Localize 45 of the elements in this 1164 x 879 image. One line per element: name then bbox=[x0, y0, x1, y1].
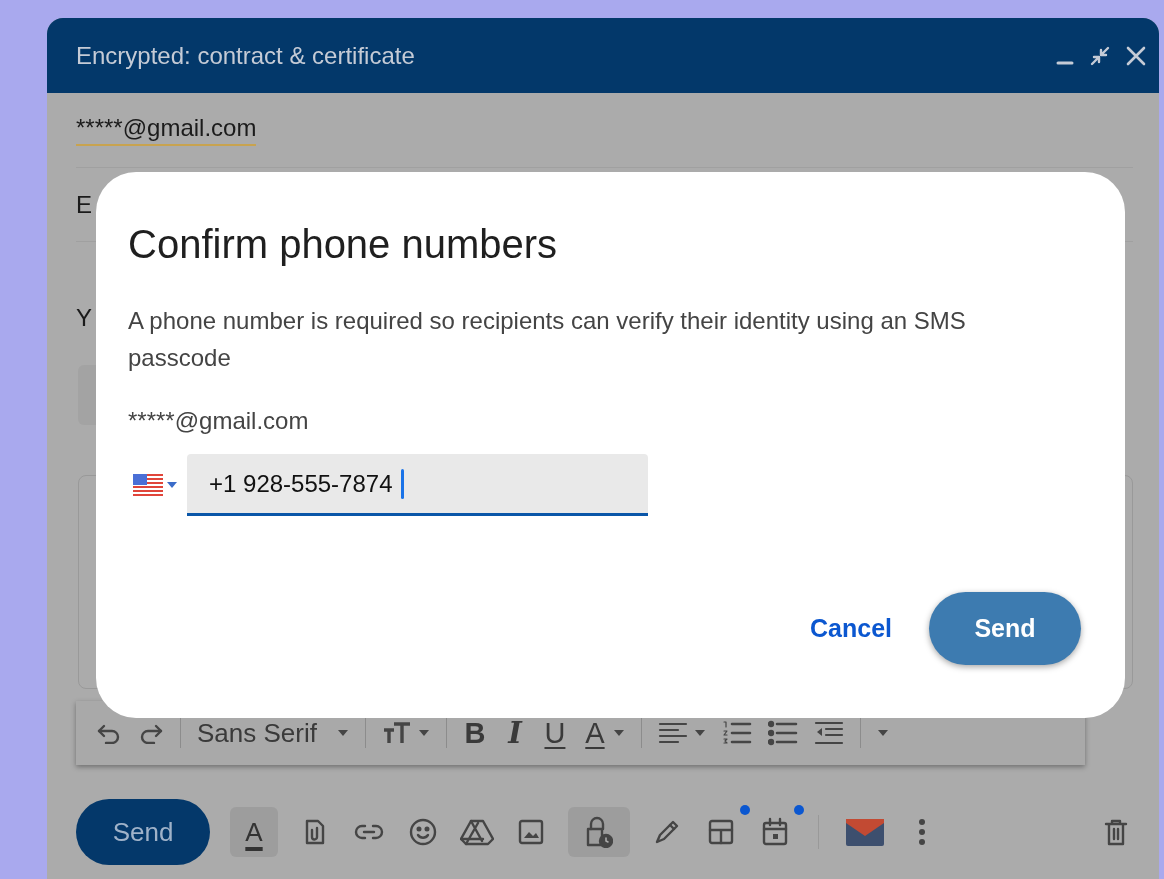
emoji-icon[interactable] bbox=[408, 817, 438, 847]
field-text: E bbox=[76, 190, 92, 219]
flag-icon bbox=[133, 474, 163, 496]
numbered-list-icon[interactable] bbox=[721, 720, 752, 746]
dialog-title: Confirm phone numbers bbox=[128, 221, 559, 268]
italic-button[interactable]: I bbox=[502, 716, 527, 750]
body-text: Y bbox=[76, 304, 92, 332]
caret-icon[interactable] bbox=[336, 729, 349, 737]
caret-icon[interactable] bbox=[876, 729, 889, 737]
close-icon[interactable] bbox=[1125, 44, 1147, 67]
image-icon[interactable] bbox=[518, 819, 544, 845]
delete-icon[interactable] bbox=[1104, 818, 1128, 846]
dialog-message: A phone number is required so recipients can verify their identity using an SMS passcode bbox=[128, 306, 967, 373]
lock-clock-icon[interactable] bbox=[585, 816, 613, 848]
underline-button[interactable]: U bbox=[542, 716, 567, 750]
bulleted-list-icon[interactable] bbox=[767, 720, 798, 746]
send-button[interactable]: Send bbox=[929, 592, 1081, 665]
exit-fullscreen-icon[interactable] bbox=[1089, 44, 1111, 67]
caret-icon[interactable] bbox=[693, 729, 706, 737]
text-color-button[interactable]: A bbox=[582, 716, 607, 750]
caret-icon bbox=[167, 482, 177, 488]
recipient-email: *****@gmail.com bbox=[128, 406, 310, 436]
more-options-icon[interactable] bbox=[918, 818, 926, 846]
drive-icon[interactable] bbox=[460, 818, 494, 846]
caret-icon[interactable] bbox=[612, 729, 625, 737]
text-size-icon[interactable] bbox=[381, 721, 412, 745]
formatting-button[interactable]: A bbox=[230, 807, 278, 857]
font-select[interactable]: Sans Serif bbox=[197, 717, 349, 749]
recipient-chip[interactable]: *****@gmail.com bbox=[76, 114, 257, 146]
bold-button[interactable]: B bbox=[462, 716, 487, 750]
link-icon[interactable] bbox=[354, 823, 384, 841]
redo-icon[interactable] bbox=[138, 722, 164, 744]
calendar-icon[interactable] bbox=[761, 817, 789, 847]
align-left-icon[interactable] bbox=[657, 721, 688, 745]
outdent-icon[interactable] bbox=[813, 720, 844, 746]
caret-icon[interactable] bbox=[417, 729, 430, 737]
phone-input-field[interactable]: +1 928-555-7874 bbox=[187, 454, 648, 516]
window-title: Encrypted: contract & certificate bbox=[76, 41, 416, 70]
pen-icon[interactable] bbox=[653, 818, 681, 846]
send-button[interactable]: Send bbox=[76, 799, 210, 865]
layout-icon[interactable] bbox=[707, 818, 735, 846]
cancel-button[interactable]: Cancel bbox=[810, 614, 892, 643]
attach-file-icon[interactable] bbox=[304, 818, 326, 846]
undo-icon[interactable] bbox=[96, 722, 122, 744]
envelope-icon[interactable] bbox=[845, 817, 885, 847]
